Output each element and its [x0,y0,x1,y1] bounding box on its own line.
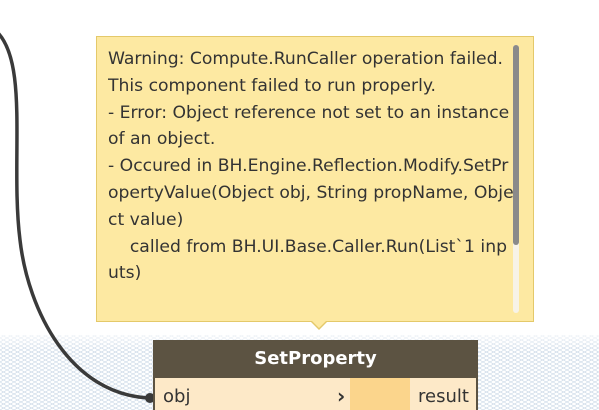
port-state-swatch [350,378,410,410]
workspace-canvas[interactable]: SetProperty obj › result Warning: Comput… [0,0,599,410]
output-port-result[interactable]: result [410,378,476,410]
warning-tooltip: Warning: Compute.RunCaller operation fai… [96,36,534,322]
chevron-right-icon: › [337,384,346,408]
output-port-label: result [418,386,469,407]
warning-message: Warning: Compute.RunCaller operation fai… [108,49,514,284]
setproperty-node[interactable]: SetProperty obj › result [153,340,478,410]
input-port-obj[interactable]: obj › [155,378,350,410]
node-title[interactable]: SetProperty [153,340,478,378]
tooltip-scroll-thumb[interactable] [513,45,519,245]
tooltip-pointer-fill [311,320,327,328]
input-port-label: obj [163,386,191,407]
node-body: obj › result [153,378,478,410]
tooltip-scrollbar[interactable] [513,45,519,313]
